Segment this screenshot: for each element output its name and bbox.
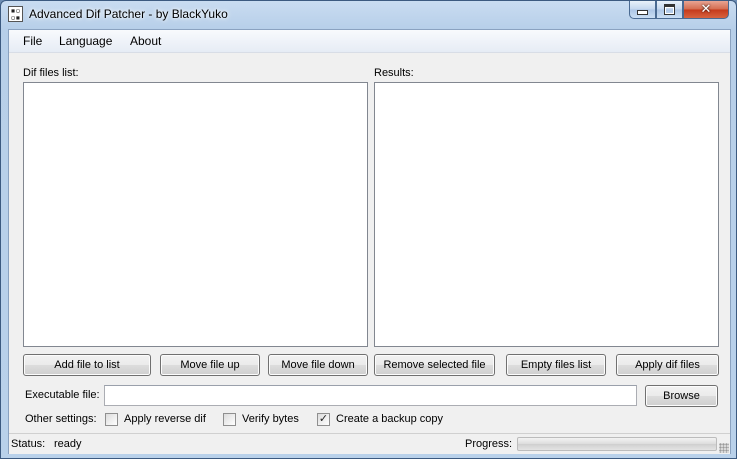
menu-file[interactable]: File [23,34,42,48]
title-bar[interactable]: ▪▫ ▫▪ Advanced Dif Patcher - by BlackYuko… [1,1,736,28]
results-listbox[interactable] [374,82,719,347]
create-backup-copy-label[interactable]: Create a backup copy [336,413,443,425]
status-bar: Status: ready Progress: [9,433,730,454]
window-controls: ✕ [629,1,729,19]
status-label: Status: [11,438,46,450]
app-icon[interactable]: ▪▫ ▫▪ [8,6,23,22]
move-file-down-button[interactable]: Move file down [268,354,368,376]
main-window: ▪▫ ▫▪ Advanced Dif Patcher - by BlackYuko… [0,0,737,459]
menu-bar: File Language About [9,30,730,53]
menu-language[interactable]: Language [59,34,112,48]
move-file-up-button[interactable]: Move file up [160,354,260,376]
window-title: Advanced Dif Patcher - by BlackYuko [29,7,228,21]
apply-dif-files-button[interactable]: Apply dif files [616,354,719,376]
maximize-button[interactable] [656,1,683,19]
verify-bytes-checkbox[interactable] [223,413,236,426]
minimize-icon [637,10,648,15]
progress-bar [517,437,717,451]
maximize-icon [664,4,675,15]
results-label: Results: [374,67,414,79]
status-value: ready [54,438,82,450]
minimize-button[interactable] [629,1,656,19]
close-button[interactable]: ✕ [683,1,729,19]
browse-button[interactable]: Browse [645,385,718,407]
remove-selected-file-button[interactable]: Remove selected file [374,354,495,376]
resize-grip[interactable] [719,443,729,453]
empty-files-list-button[interactable]: Empty files list [506,354,606,376]
dif-files-list-label: Dif files list: [23,67,79,79]
executable-file-label: Executable file: [25,389,100,401]
other-settings-label: Other settings: [25,413,97,425]
verify-bytes-label[interactable]: Verify bytes [242,413,299,425]
progress-label: Progress: [465,438,513,450]
menu-about[interactable]: About [130,34,161,48]
client-area: File Language About Dif files list: Resu… [8,29,731,454]
add-file-button[interactable]: Add file to list [23,354,151,376]
executable-file-input[interactable] [104,385,637,406]
close-icon: ✕ [700,2,712,17]
apply-reverse-dif-label[interactable]: Apply reverse dif [124,413,206,425]
apply-reverse-dif-checkbox[interactable] [105,413,118,426]
checkmark-icon: ✓ [318,413,329,425]
dif-files-listbox[interactable] [23,82,368,347]
create-backup-copy-checkbox[interactable]: ✓ [317,413,330,426]
